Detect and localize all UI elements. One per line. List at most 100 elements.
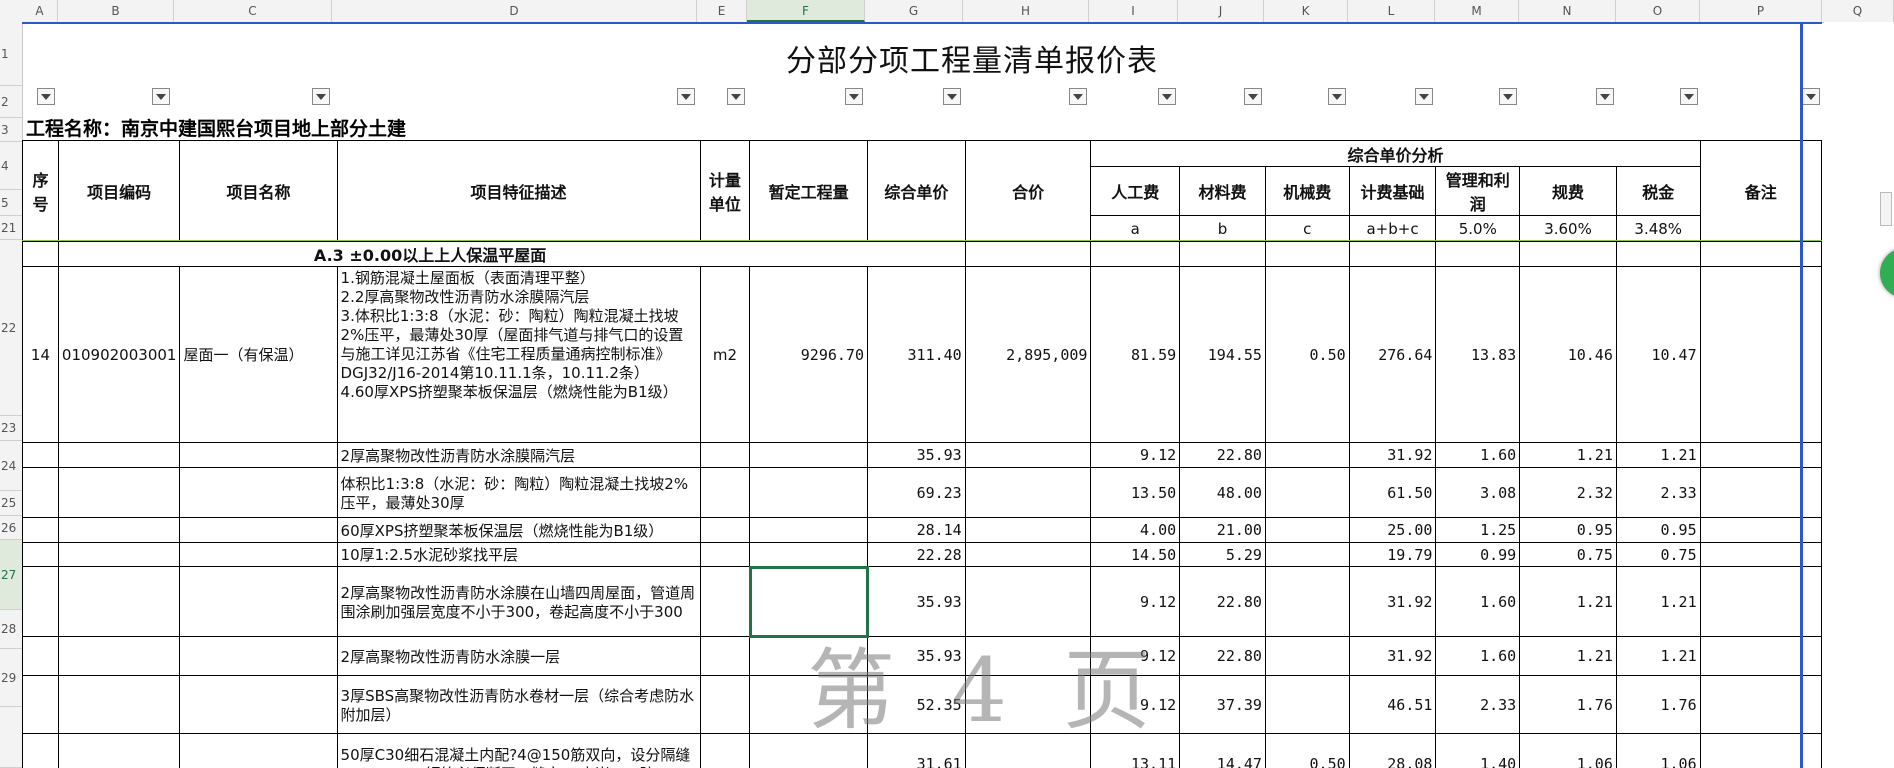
cell[interactable] (1699, 517, 1822, 543)
column-header-j[interactable]: J (1178, 0, 1264, 22)
cell[interactable] (57, 467, 181, 518)
sub-item-machine[interactable]: 0.50 (1264, 733, 1350, 768)
cell[interactable] (1348, 241, 1437, 267)
item-remark[interactable] (1699, 266, 1822, 443)
sub-item-tax[interactable]: 1.76 (1615, 675, 1701, 734)
cell[interactable] (1615, 241, 1701, 267)
sub-item-mgmt[interactable]: 1.60 (1435, 442, 1521, 468)
sub-item-base[interactable]: 46.51 (1348, 675, 1437, 734)
cell[interactable] (1699, 467, 1822, 518)
item-labor[interactable]: 81.59 (1090, 266, 1181, 443)
filter-dropdown-icon[interactable] (845, 88, 863, 105)
sub-item-tax[interactable]: 2.33 (1615, 467, 1701, 518)
cell[interactable] (1179, 241, 1266, 267)
row-header[interactable]: 3 (0, 118, 22, 142)
cell[interactable] (1699, 636, 1822, 676)
cell[interactable] (179, 675, 338, 734)
worksheet[interactable]: 分部分项工程量清单报价表 工程名称：南京中建国熙台项目地上部分土建 序号 项目编… (22, 22, 1822, 768)
sub-item-labor[interactable]: 13.50 (1090, 467, 1181, 518)
filter-dropdown-icon[interactable] (1244, 88, 1262, 105)
cell[interactable] (964, 517, 1092, 543)
column-header-e[interactable]: E (697, 0, 747, 22)
sub-item-fee[interactable]: 0.75 (1519, 542, 1617, 567)
column-header-i[interactable]: I (1089, 0, 1178, 22)
cell[interactable] (57, 675, 181, 734)
cell[interactable] (749, 442, 868, 468)
sub-item-unit-price[interactable]: 69.23 (867, 467, 966, 518)
sub-item-unit-price[interactable]: 35.93 (867, 442, 966, 468)
row-header[interactable]: 4 (0, 142, 22, 190)
section-title[interactable]: A.3 ±0.00以上上人保温平屋面 (57, 241, 966, 267)
row-header[interactable]: 5 (0, 190, 22, 216)
cell[interactable] (699, 467, 751, 518)
item-unit-price[interactable]: 311.40 (867, 266, 966, 443)
cell[interactable] (22, 442, 59, 468)
item-name[interactable]: 屋面一（有保温） (179, 266, 338, 443)
filter-dropdown-icon[interactable] (1499, 88, 1517, 105)
row-header[interactable]: 21 (0, 216, 22, 240)
sub-item-mgmt[interactable]: 0.99 (1435, 542, 1521, 567)
row-header[interactable]: 26 (0, 516, 22, 540)
filter-dropdown-icon[interactable] (1596, 88, 1614, 105)
row-header[interactable]: 22 (0, 240, 22, 416)
sub-item-base[interactable]: 28.08 (1348, 733, 1437, 768)
row-header[interactable]: 24 (0, 441, 22, 491)
cell[interactable] (1699, 442, 1822, 468)
item-seq[interactable]: 14 (22, 266, 59, 443)
cell[interactable] (1264, 241, 1350, 267)
row-header[interactable]: 2 (0, 86, 22, 118)
column-header-a[interactable]: A (22, 0, 58, 22)
sub-item-base[interactable]: 25.00 (1348, 517, 1437, 543)
item-desc[interactable]: 1.钢筋混凝土屋面板（表面清理平整） 2.2厚高聚物改性沥青防水涂膜隔汽层 3.… (336, 266, 701, 443)
cell[interactable] (179, 542, 338, 567)
sub-item-material[interactable]: 21.00 (1179, 517, 1266, 543)
sub-item-fee[interactable]: 1.21 (1519, 442, 1617, 468)
sub-item-machine[interactable] (1264, 542, 1350, 567)
cell[interactable] (57, 733, 181, 768)
filter-dropdown-icon[interactable] (1680, 88, 1698, 105)
row-header[interactable]: 29 (0, 649, 22, 707)
filter-dropdown-icon[interactable] (727, 88, 745, 105)
cell[interactable] (57, 566, 181, 637)
sub-item-unit-price[interactable]: 28.14 (867, 517, 966, 543)
item-base[interactable]: 276.64 (1348, 266, 1437, 443)
scrollbar-thumb[interactable] (1880, 192, 1892, 226)
sub-item-fee[interactable]: 1.06 (1519, 733, 1617, 768)
cell[interactable] (1699, 733, 1822, 768)
sub-item-labor[interactable]: 14.50 (1090, 542, 1181, 567)
filter-dropdown-icon[interactable] (677, 88, 695, 105)
sub-item-machine[interactable] (1264, 442, 1350, 468)
sub-item-tax[interactable]: 1.21 (1615, 636, 1701, 676)
sub-item-mgmt[interactable]: 3.08 (1435, 467, 1521, 518)
column-header-h[interactable]: H (963, 0, 1089, 22)
cell[interactable] (22, 517, 59, 543)
column-header-k[interactable]: K (1264, 0, 1348, 22)
row-header[interactable]: 1 (0, 22, 22, 86)
cell[interactable] (699, 675, 751, 734)
filter-dropdown-icon[interactable] (1802, 88, 1820, 105)
sub-item-labor[interactable]: 4.00 (1090, 517, 1181, 543)
sub-item-fee[interactable]: 0.95 (1519, 517, 1617, 543)
cell[interactable] (22, 636, 59, 676)
filter-dropdown-icon[interactable] (152, 88, 170, 105)
filter-dropdown-icon[interactable] (1069, 88, 1087, 105)
sub-item-desc[interactable]: 3厚SBS高聚物改性沥青防水卷材一层（综合考虑防水附加层） (336, 675, 701, 734)
cell[interactable] (179, 442, 338, 468)
row-header[interactable] (0, 707, 22, 768)
filter-dropdown-icon[interactable] (37, 88, 55, 105)
cell[interactable] (57, 517, 181, 543)
item-total[interactable]: 2,895,009 (964, 266, 1092, 443)
sub-item-fee[interactable]: 2.32 (1519, 467, 1617, 518)
sub-item-machine[interactable] (1264, 467, 1350, 518)
column-header-f[interactable]: F (747, 0, 865, 22)
item-material[interactable]: 194.55 (1179, 266, 1266, 443)
cell[interactable] (22, 566, 59, 637)
vertical-scrollbar[interactable] (1824, 22, 1894, 768)
cell[interactable] (179, 517, 338, 543)
sub-item-tax[interactable]: 1.06 (1615, 733, 1701, 768)
filter-dropdown-icon[interactable] (943, 88, 961, 105)
cell[interactable] (699, 566, 751, 637)
cell[interactable] (57, 636, 181, 676)
filter-dropdown-icon[interactable] (312, 88, 330, 105)
item-code[interactable]: 010902003001 (57, 266, 181, 443)
